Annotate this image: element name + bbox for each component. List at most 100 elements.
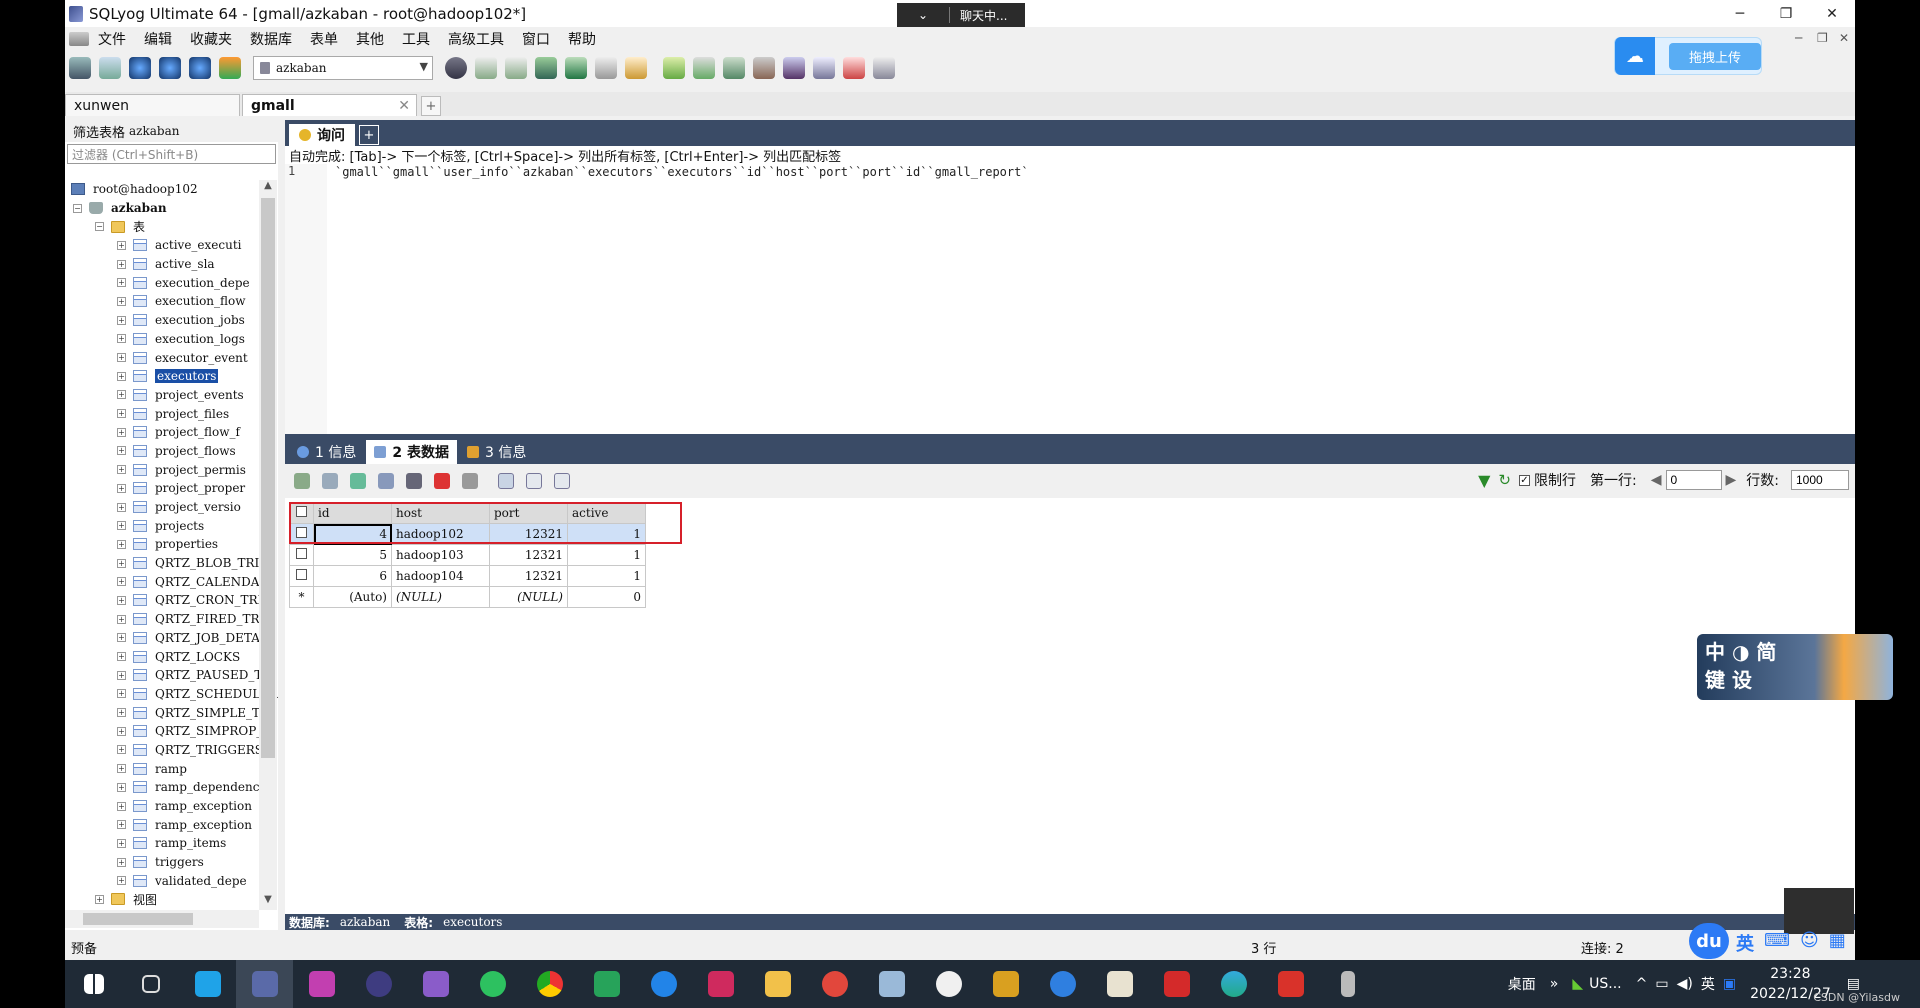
grid-mode-icon[interactable] (495, 470, 517, 492)
upload-widget[interactable]: ☁ 拖拽上传 (1614, 37, 1762, 75)
tab-xunwen[interactable]: xunwen (65, 94, 240, 116)
delete-icon[interactable] (431, 470, 453, 492)
taskbar-app-icon[interactable] (635, 960, 692, 1008)
tree-server[interactable]: root@hadoop102 (65, 180, 278, 199)
collapse-icon[interactable]: − (95, 222, 104, 232)
tree-table-item[interactable]: + QRTZ_CALENDARS (65, 572, 278, 591)
menu-others[interactable]: 其他 (347, 29, 393, 49)
tree-table-item[interactable]: + active_executi (65, 236, 278, 255)
cell-port[interactable]: 12321 (489, 565, 568, 587)
expand-icon[interactable]: + (117, 614, 126, 624)
add-tab-button[interactable]: + (421, 96, 441, 116)
expand-icon[interactable]: + (117, 577, 126, 587)
tree-table-item[interactable]: + execution_logs (65, 330, 278, 349)
taskbar-app-icon[interactable] (692, 960, 749, 1008)
ime-lang[interactable]: 英 (1736, 930, 1754, 956)
expand-icon[interactable]: + (117, 670, 126, 680)
restore-icon[interactable]: ❐ (1763, 0, 1809, 27)
table-row[interactable]: 6 hadoop104 12321 1 (289, 565, 646, 587)
taskbar-edge-icon[interactable] (1205, 960, 1262, 1008)
calendar-icon[interactable] (839, 54, 869, 82)
tree-tables-folder[interactable]: − 表 (65, 217, 278, 236)
tree-table-item[interactable]: + ramp_items (65, 834, 278, 853)
baidu-tray-icon[interactable]: ▣ (1723, 976, 1736, 992)
cell-port[interactable]: 12321 (489, 544, 568, 566)
menu-advanced-tools[interactable]: 高级工具 (439, 29, 513, 49)
expand-icon[interactable]: + (117, 483, 126, 493)
close-icon[interactable]: ✕ (1809, 0, 1855, 27)
new-row[interactable]: * (Auto) (NULL) (NULL) 0 (289, 586, 646, 608)
expand-icon[interactable]: + (117, 465, 126, 475)
tree-table-item[interactable]: + QRTZ_CRON_TRIG (65, 591, 278, 610)
tree-database[interactable]: − azkaban (65, 199, 278, 218)
expand-icon[interactable]: + (117, 334, 126, 344)
expand-icon[interactable]: + (117, 315, 126, 325)
expand-icon[interactable]: + (117, 801, 126, 811)
tab-query[interactable]: 询问 (289, 124, 355, 146)
query-builder-icon[interactable] (621, 54, 651, 82)
execute-all-icon[interactable] (155, 54, 185, 82)
taskbar-wps-icon[interactable] (1262, 960, 1319, 1008)
form-mode-icon[interactable] (523, 470, 545, 492)
chat-indicator[interactable]: ⌄ 聊天中... (897, 3, 1025, 27)
expand-icon[interactable]: + (117, 446, 126, 456)
cell-active[interactable]: 1 (567, 544, 646, 566)
data-sync-icon[interactable] (779, 54, 809, 82)
taskbar-app-icon[interactable] (1034, 960, 1091, 1008)
tab-table-data[interactable]: 2 表数据 (366, 440, 457, 464)
compare-icon[interactable] (719, 54, 749, 82)
tree-table-item[interactable]: + ramp_dependenc (65, 778, 278, 797)
mdi-restore-icon[interactable]: ❐ (1817, 31, 1828, 45)
scroll-thumb[interactable] (83, 913, 193, 925)
filter-input[interactable]: 过滤器 (Ctrl+Shift+B) (67, 144, 276, 164)
restore-db-icon[interactable] (561, 54, 591, 82)
taskbar-app-icon[interactable] (977, 960, 1034, 1008)
taskbar-eclipse-icon[interactable] (350, 960, 407, 1008)
expand-icon[interactable]: + (117, 296, 126, 306)
cell-port[interactable]: (NULL) (489, 586, 568, 608)
network-label[interactable]: US... (1589, 976, 1621, 992)
table-row[interactable]: 5 hadoop103 12321 1 (289, 544, 646, 566)
chevron-down-icon[interactable]: ⌄ (897, 8, 949, 22)
ime-grid-icon[interactable]: ▦ (1829, 930, 1846, 956)
tree-table-item[interactable]: + ramp (65, 759, 278, 778)
expand-icon[interactable]: + (117, 502, 126, 512)
cell-active[interactable]: 0 (567, 586, 646, 608)
cell-host[interactable]: hadoop103 (391, 544, 490, 566)
row-checkbox[interactable] (289, 544, 314, 566)
expand-icon[interactable]: + (95, 894, 104, 904)
expand-icon[interactable]: + (117, 371, 126, 381)
tree-views-folder[interactable]: + 视图 (65, 890, 278, 909)
expand-icon[interactable]: + (117, 240, 126, 250)
menu-favorites[interactable]: 收藏夹 (181, 29, 241, 49)
stop-icon[interactable] (185, 54, 215, 82)
desktop-label[interactable]: 桌面 (1508, 974, 1536, 994)
taskbar-app-icon[interactable] (920, 960, 977, 1008)
tree-table-item[interactable]: + executor_event (65, 348, 278, 367)
grid-view-icon[interactable] (291, 470, 313, 492)
expand-icon[interactable]: + (117, 857, 126, 867)
tab-messages-1[interactable]: 1 信息 (289, 440, 364, 464)
minimize-icon[interactable]: ─ (1717, 0, 1763, 27)
save-icon[interactable] (403, 470, 425, 492)
expand-icon[interactable]: + (117, 820, 126, 830)
volume-icon[interactable]: ◀) (1677, 976, 1693, 992)
expand-icon[interactable]: + (117, 595, 126, 605)
filter-icon[interactable]: ▼ (1478, 471, 1490, 490)
expand-icon[interactable]: + (117, 521, 126, 531)
taskbar-app-icon[interactable] (806, 960, 863, 1008)
tree-table-item[interactable]: + ramp_exception (65, 815, 278, 834)
tree-table-item[interactable]: + project_flow_f (65, 423, 278, 442)
menu-edit[interactable]: 编辑 (135, 29, 181, 49)
import-icon[interactable] (471, 54, 501, 82)
row-checkbox[interactable] (289, 565, 314, 587)
export-icon[interactable] (501, 54, 531, 82)
tree-vertical-scrollbar[interactable]: ▲ ▼ (259, 180, 277, 910)
expand-icon[interactable]: + (117, 782, 126, 792)
taskbar-app-icon[interactable] (1091, 960, 1148, 1008)
format-icon[interactable] (659, 54, 689, 82)
ime-keyboard-icon[interactable]: ⌨ (1764, 930, 1790, 956)
tree-table-item[interactable]: + executors (65, 367, 278, 386)
cell-host[interactable]: (NULL) (391, 586, 490, 608)
cell-id[interactable]: 5 (313, 544, 392, 566)
